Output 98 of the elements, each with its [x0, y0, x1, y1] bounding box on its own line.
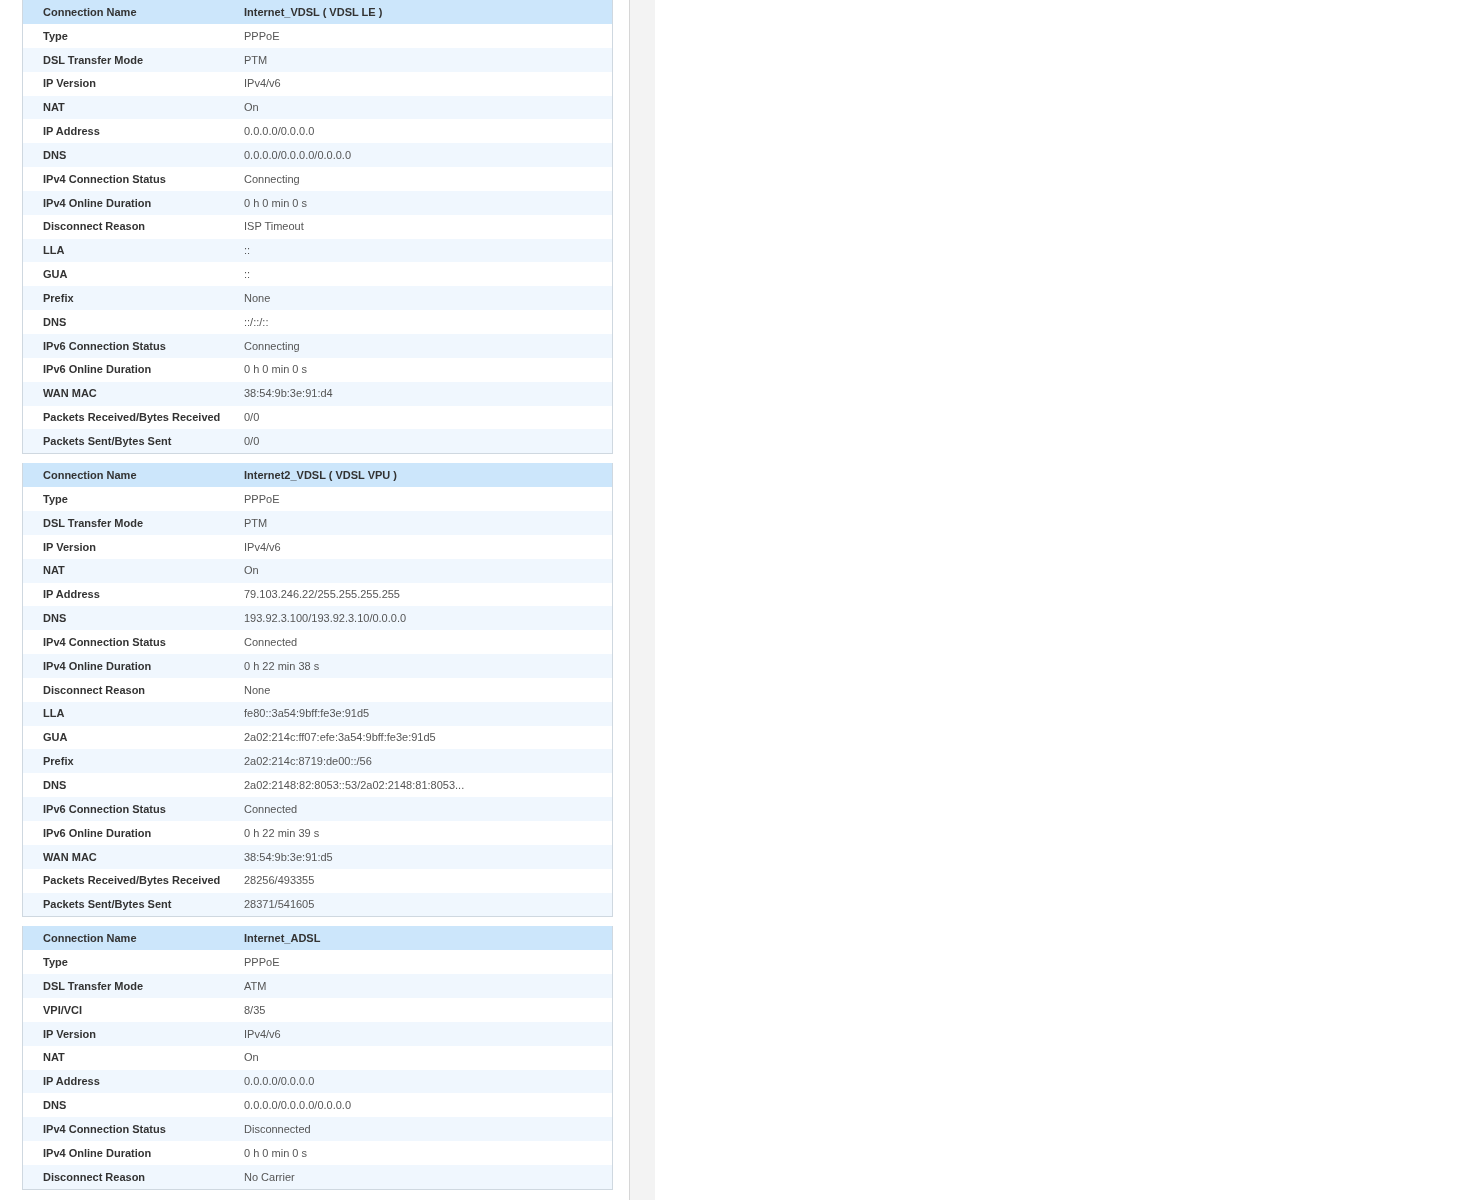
row-value: On — [244, 1050, 260, 1066]
connection-name: Internet2_VDSL ( VDSL VPU ) — [244, 467, 399, 483]
row-value: 0.0.0.0/0.0.0.0/0.0.0.0 — [244, 147, 353, 163]
row-label: DSL Transfer Mode — [42, 52, 145, 68]
row-label: Disconnect Reason — [42, 682, 147, 698]
row-label: DSL Transfer Mode — [42, 978, 145, 994]
row-value: None — [244, 682, 272, 698]
row-label: Type — [42, 955, 69, 971]
row-value: 2a02:214c:8719:de00::/56 — [244, 754, 373, 770]
row-value: 38:54:9b:3e:91:d5 — [244, 849, 334, 865]
row-value: ::/::/:: — [244, 314, 270, 330]
row-label: Type — [42, 28, 69, 44]
header-label: Connection Name — [42, 467, 138, 483]
row-value: IPv4/v6 — [244, 539, 282, 555]
row-value: 2a02:2148:82:8053::53/2a02:2148:81:8053... — [244, 778, 466, 793]
row-label: NAT — [42, 563, 66, 579]
row-label: IP Address — [42, 1074, 101, 1090]
row-value: Connected — [244, 801, 299, 817]
header-label: Connection Name — [42, 931, 138, 947]
row-label: GUA — [42, 267, 69, 283]
row-label: DNS — [42, 1098, 68, 1114]
row-value: On — [244, 100, 260, 116]
row-label: DSL Transfer Mode — [42, 515, 145, 531]
row-label: Disconnect Reason — [42, 219, 147, 235]
row-value: No Carrier — [244, 1169, 296, 1185]
row-label: IP Version — [42, 76, 97, 92]
row-value: PTM — [244, 52, 269, 68]
row-label: IPv6 Connection Status — [42, 801, 167, 817]
connection-name: Internet_ADSL — [244, 931, 322, 947]
row-label: IPv4 Connection Status — [42, 634, 167, 650]
row-value: 0.0.0.0/0.0.0.0 — [244, 1074, 316, 1090]
row-value: ATM — [244, 978, 268, 994]
row-value: 38:54:9b:3e:91:d4 — [244, 386, 334, 402]
row-value: Connecting — [244, 338, 301, 354]
row-label: Disconnect Reason — [42, 1169, 147, 1185]
row-label: DNS — [42, 147, 68, 163]
row-value: 0/0 — [244, 410, 261, 426]
row-value: 193.92.3.100/193.92.3.10/0.0.0.0 — [244, 611, 408, 627]
row-label: NAT — [42, 1050, 66, 1066]
row-label: Prefix — [42, 290, 75, 306]
row-label: Packets Received/Bytes Received — [42, 873, 222, 889]
row-value: ISP Timeout — [244, 219, 305, 235]
row-label: IPv4 Online Duration — [42, 1145, 153, 1161]
row-value: 0 h 0 min 0 s — [244, 195, 308, 211]
row-value: None — [244, 290, 272, 306]
row-label: LLA — [42, 706, 66, 722]
row-value: :: — [244, 243, 252, 259]
row-label: IPv6 Connection Status — [42, 338, 167, 354]
row-value: On — [244, 563, 260, 579]
row-value: 0 h 0 min 0 s — [244, 362, 308, 378]
row-label: IP Version — [42, 539, 97, 555]
row-value: 28371/541605 — [244, 897, 316, 913]
row-label: GUA — [42, 730, 69, 746]
row-value: 8/35 — [244, 1002, 267, 1018]
row-value: 0 h 22 min 38 s — [244, 658, 321, 674]
row-label: IPv4 Online Duration — [42, 658, 153, 674]
row-label: IP Address — [42, 587, 101, 603]
row-label: IPv6 Online Duration — [42, 362, 153, 378]
row-label: DNS — [42, 611, 68, 627]
row-value: Disconnected — [244, 1121, 312, 1137]
row-value: :: — [244, 267, 252, 283]
row-value: 2a02:214c:ff07:efe:3a54:9bff:fe3e:91d5 — [244, 730, 437, 746]
row-label: IP Address — [42, 124, 101, 140]
row-label: NAT — [42, 100, 66, 116]
row-value: 0 h 0 min 0 s — [244, 1145, 308, 1161]
row-value: fe80::3a54:9bff:fe3e:91d5 — [244, 706, 371, 722]
row-label: Packets Sent/Bytes Sent — [42, 897, 173, 913]
row-value: 0.0.0.0/0.0.0.0 — [244, 124, 316, 140]
row-label: IPv4 Connection Status — [42, 1121, 167, 1137]
row-label: IP Version — [42, 1026, 97, 1042]
row-label: Type — [42, 491, 69, 507]
row-value: PTM — [244, 515, 269, 531]
row-value: 79.103.246.22/255.255.255.255 — [244, 587, 401, 603]
row-label: DNS — [42, 314, 68, 330]
row-value: PPPoE — [244, 491, 281, 507]
row-value: 0 h 22 min 39 s — [244, 825, 321, 841]
row-value: 0/0 — [244, 434, 261, 449]
connection-name: Internet_VDSL ( VDSL LE ) — [244, 4, 384, 20]
row-label: IPv6 Online Duration — [42, 825, 153, 841]
header-label: Connection Name — [42, 4, 138, 20]
row-label: Packets Sent/Bytes Sent — [42, 434, 173, 449]
row-label: IPv4 Connection Status — [42, 171, 167, 187]
row-value: 0.0.0.0/0.0.0.0/0.0.0.0 — [244, 1098, 353, 1114]
row-value: PPPoE — [244, 28, 281, 44]
row-value: Connecting — [244, 171, 301, 187]
row-label: WAN MAC — [42, 849, 98, 865]
row-label: Packets Received/Bytes Received — [42, 410, 222, 426]
row-label: Prefix — [42, 754, 75, 770]
row-value: IPv4/v6 — [244, 76, 282, 92]
row-label: WAN MAC — [42, 386, 98, 402]
row-value: 28256/493355 — [244, 873, 316, 889]
row-value: PPPoE — [244, 955, 281, 971]
row-label: VPI/VCI — [42, 1002, 84, 1018]
row-value: Connected — [244, 634, 299, 650]
row-label: IPv4 Online Duration — [42, 195, 153, 211]
row-label: LLA — [42, 243, 66, 259]
row-label: DNS — [42, 778, 68, 793]
row-value: IPv4/v6 — [244, 1026, 282, 1042]
